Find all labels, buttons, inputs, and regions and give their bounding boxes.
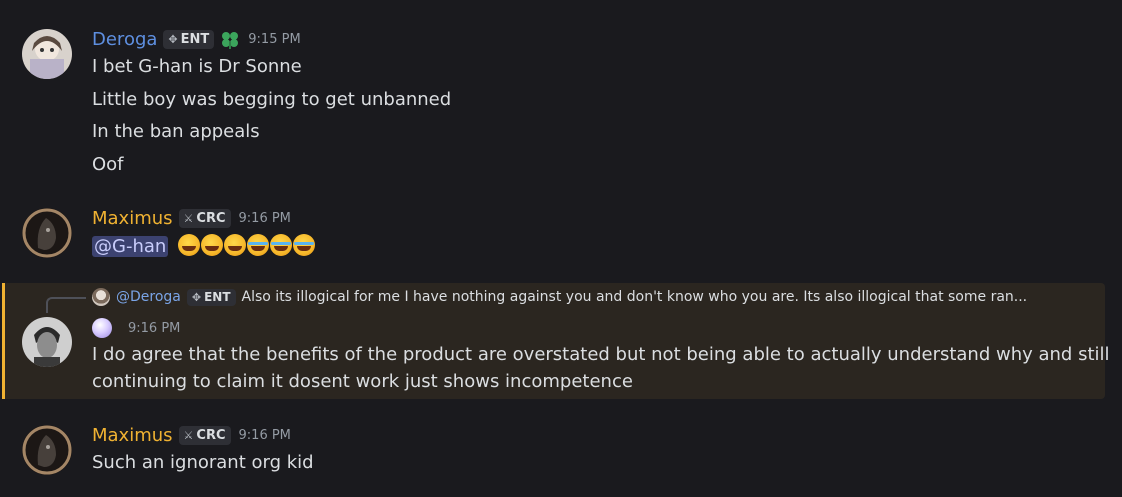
clover-icon[interactable] (220, 30, 240, 50)
crossed-swords-icon: ⚔ (183, 212, 194, 225)
message-header: Maximus ⚔ CRC 9:16 PM (92, 425, 291, 446)
timestamp: 9:15 PM (248, 32, 301, 47)
message-text: I do agree that the benefits of the prod… (92, 344, 1110, 365)
message-text: @G-han (92, 234, 316, 257)
timestamp: 9:16 PM (238, 211, 291, 226)
crossed-swords-icon: ⚔ (183, 429, 194, 442)
server-tag-label: ENT (180, 32, 210, 47)
server-tag-label: ENT (204, 290, 231, 304)
joy-emoji-icon[interactable] (178, 234, 201, 256)
sob-emoji-icon[interactable] (293, 234, 316, 256)
reply-preview[interactable]: @Deroga ✥ ENT Also its illogical for me … (92, 288, 1027, 306)
message-header: 9:16 PM (92, 318, 180, 338)
diamond-dots-icon: ✥ (168, 33, 178, 46)
server-tag[interactable]: ⚔ CRC (178, 209, 231, 228)
avatar[interactable] (22, 317, 72, 367)
username[interactable]: Deroga (92, 29, 157, 50)
timestamp: 9:16 PM (238, 428, 291, 443)
message-text: Little boy was begging to get unbanned (92, 89, 452, 110)
reply-spine (46, 297, 86, 313)
orb-avatar-icon[interactable] (92, 318, 112, 338)
message-text: continuing to claim it dosent work just … (92, 371, 633, 392)
joy-emoji-icon[interactable] (224, 234, 247, 256)
server-tag[interactable]: ✥ ENT (163, 30, 215, 49)
diamond-dots-icon: ✥ (191, 290, 202, 304)
server-tag[interactable]: ✥ ENT (186, 288, 236, 306)
avatar[interactable] (22, 29, 72, 79)
sob-emoji-icon[interactable] (247, 234, 270, 256)
reply-avatar (92, 288, 110, 306)
timestamp: 9:16 PM (128, 320, 181, 336)
reply-username[interactable]: @Deroga (116, 289, 181, 305)
message-header: Maximus ⚔ CRC 9:16 PM (92, 208, 291, 229)
message-text: Such an ignorant org kid (92, 452, 314, 473)
avatar[interactable] (22, 425, 72, 475)
server-tag[interactable]: ⚔ CRC (178, 426, 231, 445)
message-text: In the ban appeals (92, 121, 260, 142)
reply-text: Also its illogical for me I have nothing… (241, 289, 1028, 305)
user-mention[interactable]: @G-han (92, 236, 169, 257)
sob-emoji-icon[interactable] (270, 234, 293, 256)
message-text: I bet G-han is Dr Sonne (92, 56, 302, 77)
server-tag-label: CRC (196, 211, 226, 226)
message-header: Deroga ✥ ENT 9:15 PM (92, 29, 301, 50)
username[interactable]: Maximus (92, 425, 173, 446)
server-tag-label: CRC (196, 428, 226, 443)
message-text: Oof (92, 154, 124, 175)
joy-emoji-icon[interactable] (201, 234, 224, 256)
avatar[interactable] (22, 208, 72, 258)
username[interactable]: Maximus (92, 208, 173, 229)
